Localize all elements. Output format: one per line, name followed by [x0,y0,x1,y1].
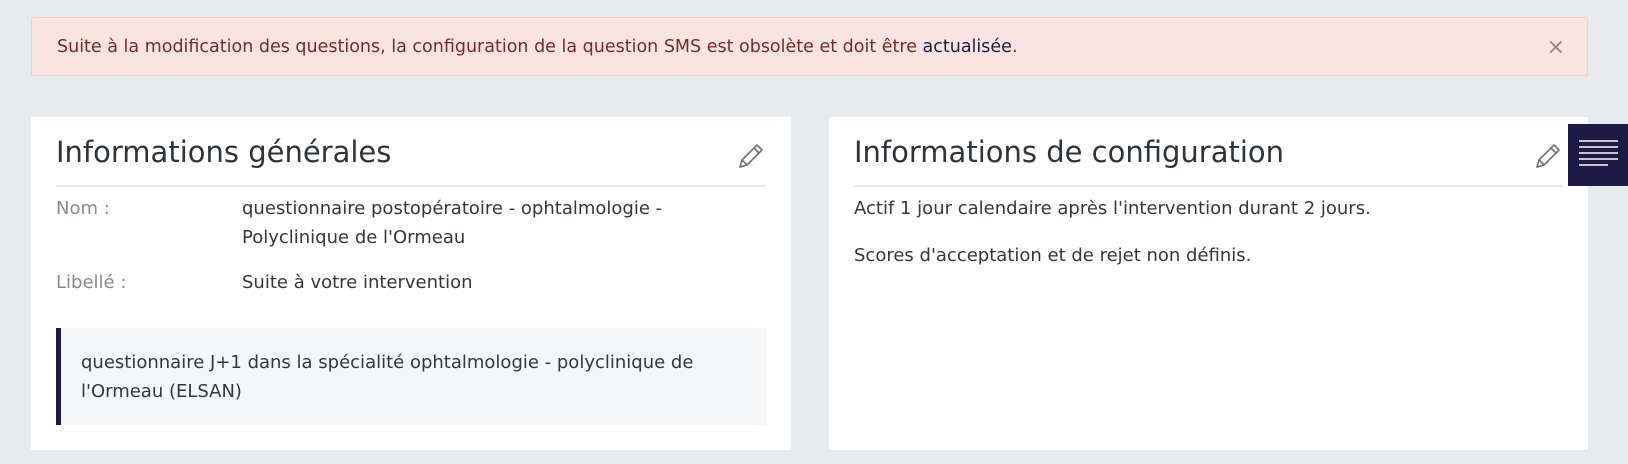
field-name-label: Nom : [56,198,110,219]
alert-update-link[interactable]: actualisée [923,37,1012,57]
general-info-header: Informations générales [56,117,766,187]
general-info-panel: Informations générales Nom : questionnai… [31,117,791,450]
field-name-value: questionnaire postopératoire - ophtalmol… [242,198,663,248]
field-name-row: Nom : questionnaire postopératoire - oph… [56,194,766,252]
close-icon[interactable]: × [1547,18,1565,77]
description-quote: questionnaire J+1 dans la spécialité oph… [56,328,766,425]
config-activation-text: Actif 1 jour calendaire après l'interven… [854,198,1371,219]
config-info-title: Informations de configuration [854,135,1285,169]
field-libelle-label: Libellé : [56,272,127,293]
field-libelle-value: Suite à votre intervention [242,272,473,293]
alert-suffix: . [1011,37,1018,57]
field-libelle-row: Libellé : Suite à votre intervention [56,268,766,297]
config-scores-text: Scores d'acceptation et de rejet non déf… [854,245,1252,266]
pencil-icon[interactable] [736,141,766,171]
pencil-icon[interactable] [1533,141,1563,171]
config-info-header: Informations de configuration [854,117,1563,187]
menu-lines-icon [1579,140,1618,166]
general-info-title: Informations générales [56,135,392,169]
config-info-panel: Informations de configuration Actif 1 jo… [829,117,1588,450]
alert-message: Suite à la modification des questions, l… [57,37,923,57]
obsolete-config-alert: Suite à la modification des questions, l… [31,17,1588,76]
side-menu-toggle-button[interactable] [1568,124,1628,186]
